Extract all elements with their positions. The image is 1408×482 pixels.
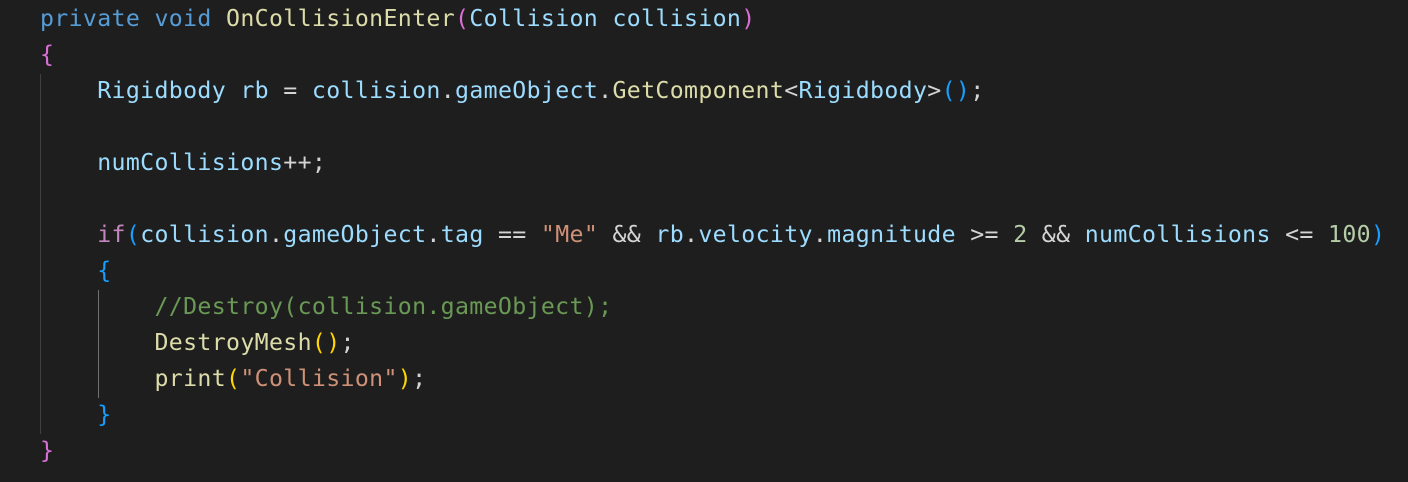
code-token: magnitude	[827, 221, 956, 248]
code-line[interactable]: private void OnCollisionEnter(Collision …	[40, 1, 1408, 37]
code-token: <=	[1270, 221, 1329, 248]
code-token: 100	[1328, 221, 1371, 248]
code-lines: private void OnCollisionEnter(Collision …	[40, 1, 1408, 469]
code-token: Rigidbody	[97, 77, 227, 104]
code-token: &&	[1027, 221, 1085, 248]
code-token: )	[741, 5, 756, 32]
code-token: "Collision"	[240, 365, 398, 392]
code-editor[interactable]: private void OnCollisionEnter(Collision …	[0, 0, 1408, 482]
code-line[interactable]: }	[40, 433, 1408, 469]
code-token: //Destroy(collision.gameObject);	[154, 293, 613, 320]
code-token: tag	[440, 221, 484, 248]
code-token: velocity	[698, 221, 813, 248]
code-token: {	[40, 41, 55, 68]
code-token: collision	[140, 221, 269, 248]
code-token: ==	[483, 221, 541, 248]
code-token: ++;	[283, 149, 327, 176]
code-token: OnCollisionEnter	[226, 5, 456, 32]
code-line[interactable]: numCollisions++;	[40, 145, 1408, 181]
code-token: gameObject	[455, 77, 599, 104]
code-token: (	[226, 365, 241, 392]
code-token: print	[154, 365, 227, 392]
code-token: >	[927, 77, 942, 104]
code-token: ;	[412, 365, 427, 392]
code-token: collision	[612, 5, 742, 32]
code-token: .	[426, 221, 441, 248]
code-line[interactable]	[40, 181, 1408, 217]
code-token: if	[97, 221, 126, 248]
code-line[interactable]: if(collision.gameObject.tag == "Me" && r…	[40, 217, 1408, 253]
code-token: ;	[970, 77, 985, 104]
code-token: }	[97, 401, 112, 428]
code-token: collision	[311, 77, 441, 104]
code-token: .	[440, 77, 456, 104]
code-token: private	[40, 5, 141, 32]
code-token: =	[268, 77, 312, 104]
code-line[interactable]	[40, 109, 1408, 145]
code-token: <	[784, 77, 799, 104]
code-token: )	[397, 365, 413, 392]
code-token: 2	[1013, 221, 1028, 248]
code-token: >=	[955, 221, 1014, 248]
code-line[interactable]: DestroyMesh();	[40, 325, 1408, 361]
code-token: numCollisions	[1084, 221, 1271, 248]
code-token: rb	[655, 221, 685, 248]
code-token: numCollisions	[97, 149, 284, 176]
code-token: .	[812, 221, 828, 248]
code-line[interactable]: print("Collision");	[40, 361, 1408, 397]
code-token: (	[455, 5, 470, 32]
code-line[interactable]: {	[40, 37, 1408, 73]
code-token: }	[40, 437, 55, 464]
code-token: "Me"	[540, 221, 599, 248]
code-token: ()	[941, 77, 971, 104]
code-token: .	[684, 221, 699, 248]
code-token: )	[1370, 221, 1386, 248]
code-token: ;	[340, 329, 355, 356]
code-line[interactable]: }	[40, 397, 1408, 433]
code-line[interactable]: //Destroy(collision.gameObject);	[40, 289, 1408, 325]
code-token: ()	[311, 329, 341, 356]
code-token: GetComponent	[612, 77, 785, 104]
code-token: Rigidbody	[798, 77, 928, 104]
code-token: {	[97, 257, 112, 284]
code-token: .	[598, 77, 613, 104]
code-token: Collision	[469, 5, 599, 32]
code-token: .	[268, 221, 284, 248]
code-token: void	[154, 5, 212, 32]
code-token: gameObject	[283, 221, 427, 248]
code-token: DestroyMesh	[154, 329, 312, 356]
code-token: (	[125, 221, 141, 248]
code-token: &&	[598, 221, 656, 248]
code-line[interactable]: Rigidbody rb = collision.gameObject.GetC…	[40, 73, 1408, 109]
code-token: rb	[240, 77, 269, 104]
code-line[interactable]: {	[40, 253, 1408, 289]
